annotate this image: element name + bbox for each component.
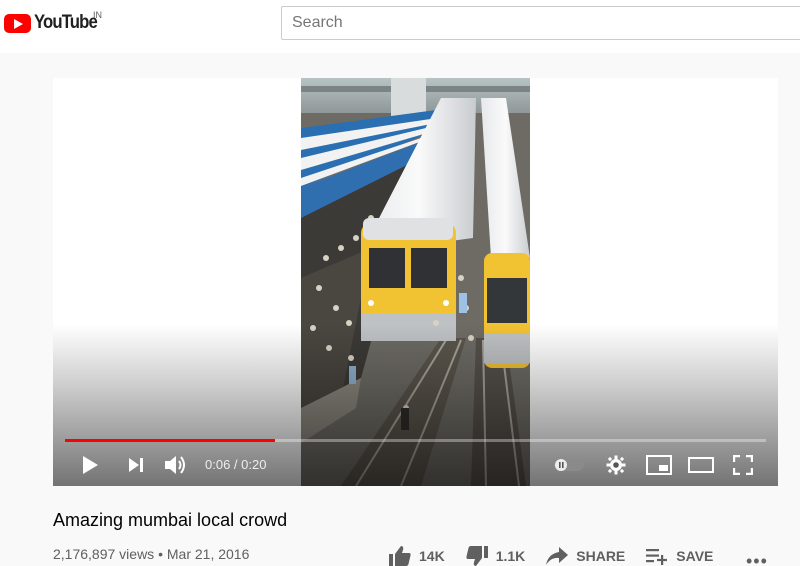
meta-separator: • <box>154 546 167 562</box>
video-title: Amazing mumbai local crowd <box>53 510 288 530</box>
play-button[interactable] <box>77 448 103 482</box>
settings-button[interactable] <box>605 448 627 482</box>
video-actions: 14K 1.1K SHARE SAVE <box>388 543 733 566</box>
like-button[interactable]: 14K <box>388 545 445 566</box>
more-actions-icon[interactable]: ••• <box>746 551 768 566</box>
autoplay-toggle-icon <box>554 459 584 471</box>
dislike-button[interactable]: 1.1K <box>465 545 526 566</box>
fullscreen-button[interactable] <box>731 448 755 482</box>
thumbs-down-icon <box>466 546 488 566</box>
share-button[interactable]: SHARE <box>545 546 625 566</box>
progress-bar[interactable] <box>65 439 766 442</box>
thumbs-up-icon <box>389 546 411 566</box>
logo-text: YouTube <box>34 12 98 33</box>
theater-mode-button[interactable] <box>687 448 715 482</box>
save-label: SAVE <box>676 548 714 564</box>
next-button[interactable] <box>123 448 149 482</box>
country-code: IN <box>93 10 102 20</box>
theater-mode-icon <box>688 457 714 473</box>
fullscreen-icon <box>733 455 753 475</box>
time-separator: / <box>230 457 242 472</box>
youtube-play-icon <box>4 13 31 33</box>
publish-date: Mar 21, 2016 <box>166 546 250 562</box>
search-input[interactable] <box>281 6 800 40</box>
share-icon <box>546 547 569 565</box>
autoplay-toggle[interactable] <box>553 448 585 482</box>
like-count: 14K <box>419 548 445 564</box>
share-label: SHARE <box>576 548 626 564</box>
skip-next-icon <box>129 458 143 472</box>
miniplayer-button[interactable] <box>645 448 673 482</box>
current-time: 0:06 <box>205 457 231 472</box>
play-icon <box>83 456 98 474</box>
playlist-add-icon <box>646 549 668 565</box>
duration: 0:20 <box>241 457 267 472</box>
mute-button[interactable] <box>163 448 189 482</box>
progress-bar-played <box>65 439 276 442</box>
player-controls: 0:06 / 0:20 <box>53 448 778 482</box>
miniplayer-icon <box>646 455 672 475</box>
youtube-logo[interactable]: YouTube IN <box>4 10 105 34</box>
dislike-count: 1.1K <box>495 548 526 564</box>
video-meta: 2,176,897 views • Mar 21, 2016 <box>53 546 249 562</box>
time-display: 0:06 / 0:20 <box>205 457 266 472</box>
volume-icon <box>165 456 185 474</box>
save-button[interactable]: SAVE <box>645 546 713 566</box>
view-count: 2,176,897 views <box>53 546 155 562</box>
video-player[interactable]: 0:06 / 0:20 <box>53 78 778 486</box>
masthead: YouTube IN <box>0 0 800 53</box>
gear-icon <box>606 455 626 475</box>
